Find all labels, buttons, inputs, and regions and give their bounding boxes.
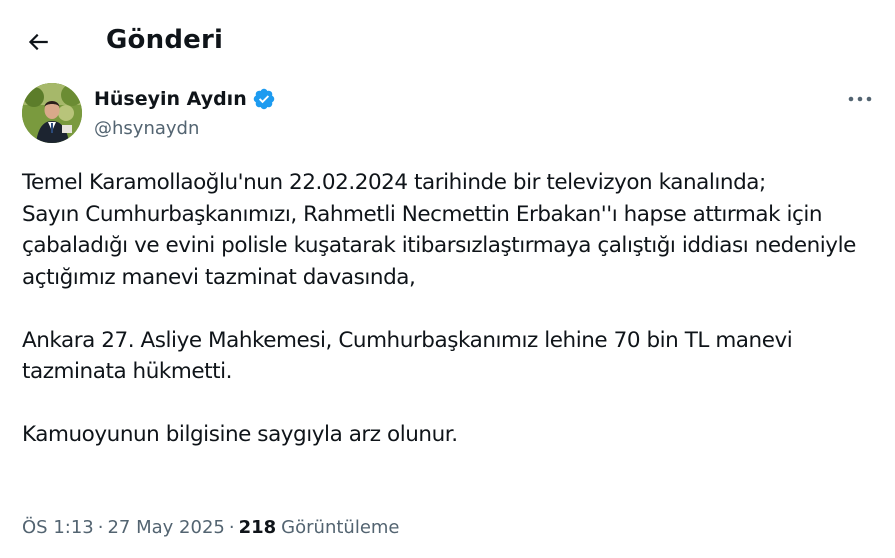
- more-options-button[interactable]: [845, 87, 875, 111]
- avatar-photo: [22, 83, 82, 143]
- author-handle[interactable]: @hsynaydn: [94, 116, 199, 142]
- meta-separator: ·: [97, 517, 104, 538]
- verified-badge-icon: [253, 88, 274, 110]
- views-label: Görüntüleme: [281, 517, 400, 538]
- avatar[interactable]: [22, 83, 82, 143]
- post-author: Hüseyin Aydın @hsynaydn: [22, 83, 877, 145]
- meta-separator: ·: [228, 517, 235, 538]
- arrow-left-icon: [28, 33, 48, 51]
- page-title: Gönderi: [106, 25, 224, 55]
- back-button[interactable]: [20, 24, 56, 60]
- post-text: Temel Karamollaoğlu'nun 22.02.2024 tarih…: [22, 170, 856, 447]
- author-name-line: Hüseyin Aydın: [94, 85, 276, 113]
- post-time[interactable]: ÖS 1:13: [22, 517, 94, 538]
- post-date[interactable]: 27 May 2025: [107, 517, 224, 538]
- post-meta: ÖS 1:13 · 27 May 2025 · 218 Görüntüleme: [22, 514, 400, 542]
- top-bar: Gönderi: [0, 0, 895, 80]
- more-horizontal-icon: [848, 96, 872, 102]
- views-count: 218: [238, 517, 277, 538]
- author-display-name[interactable]: Hüseyin Aydın: [94, 85, 247, 113]
